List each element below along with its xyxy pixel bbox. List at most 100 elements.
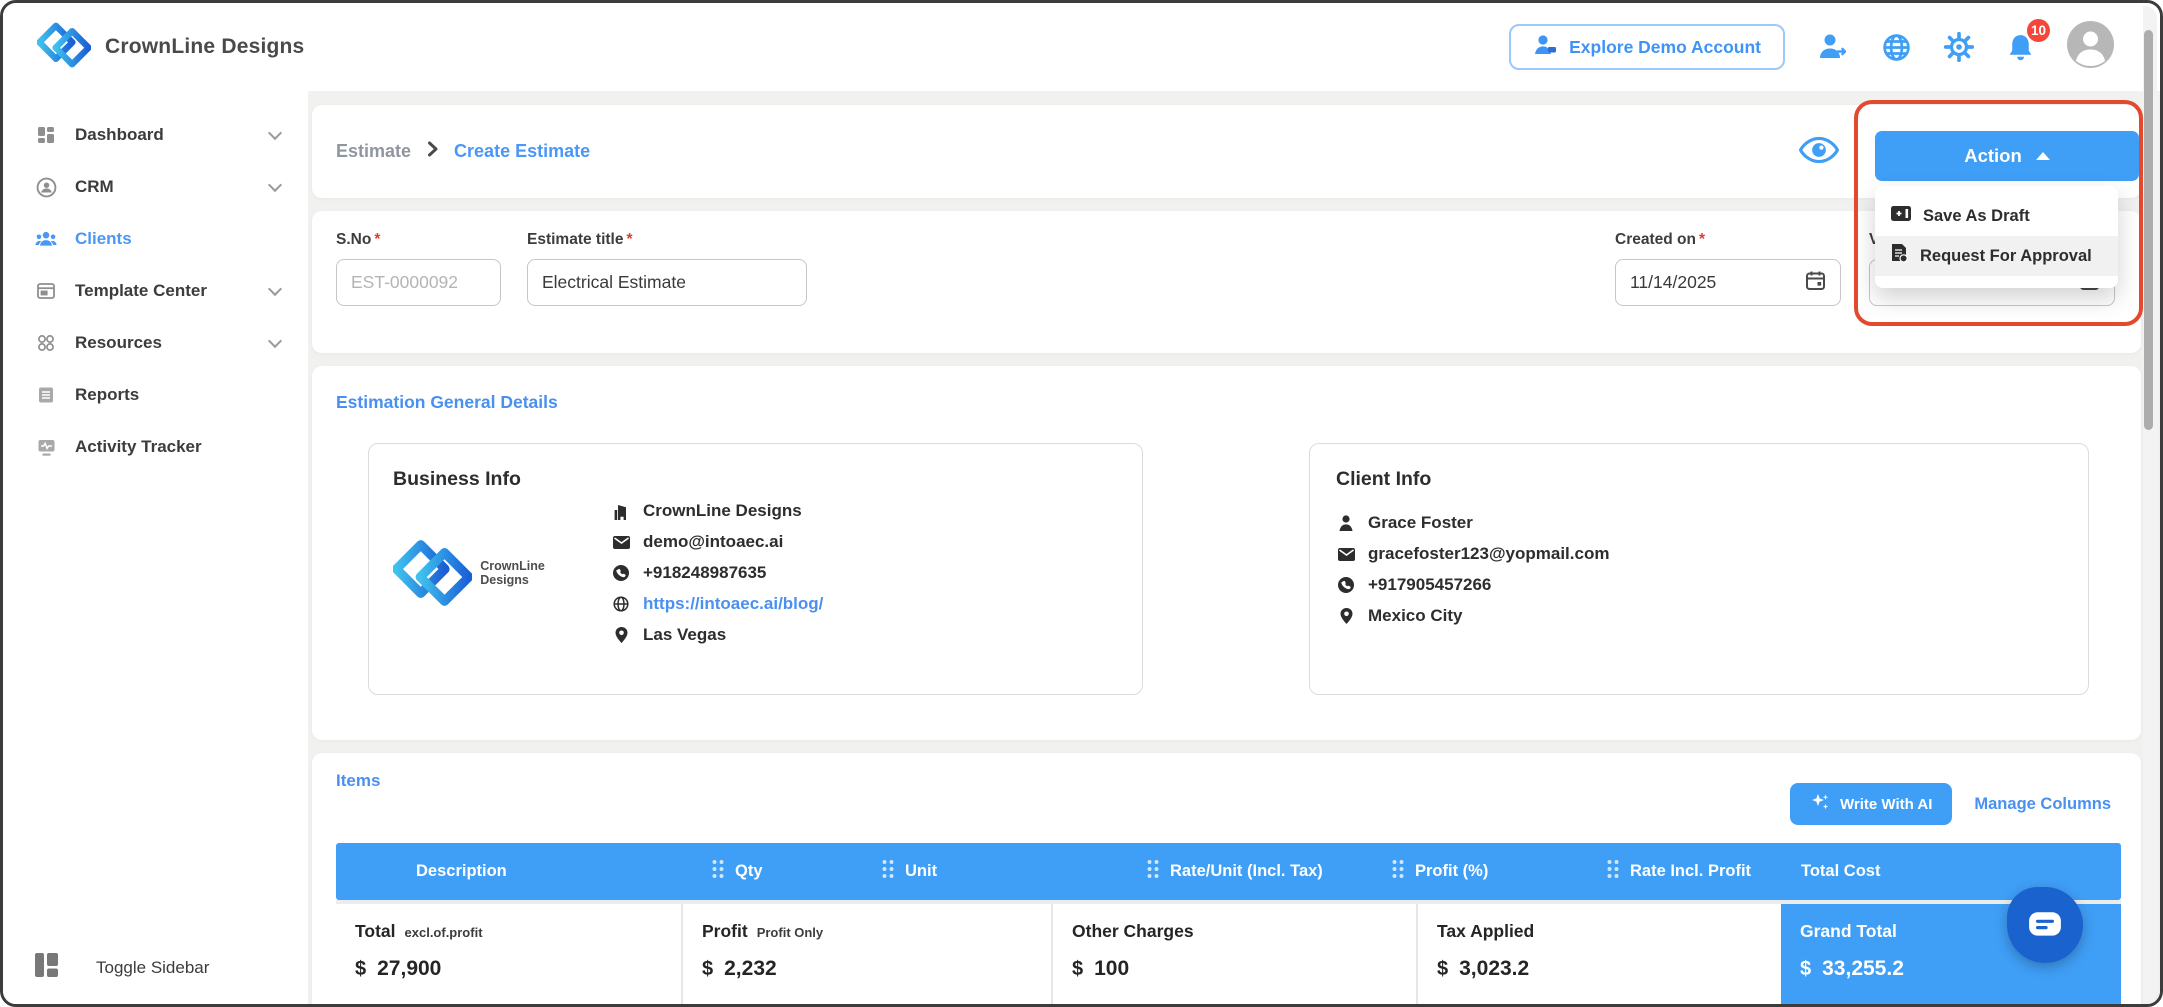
breadcrumb-bar: Estimate Create Estimate bbox=[312, 105, 2141, 198]
action-button[interactable]: Action bbox=[1875, 131, 2139, 181]
globe-icon[interactable] bbox=[1881, 32, 1912, 63]
dashboard-icon bbox=[33, 125, 59, 145]
estimate-form: S.No* Estimate title* Created on* 11/14/… bbox=[312, 211, 2141, 353]
business-info-title: Business Info bbox=[393, 468, 521, 490]
demo-user-icon bbox=[1533, 34, 1557, 61]
activity-tracker-icon bbox=[33, 437, 59, 457]
drag-handle-icon[interactable] bbox=[711, 859, 725, 884]
sidebar-item-reports[interactable]: Reports bbox=[3, 369, 308, 421]
business-name-line: CrownLine Designs bbox=[611, 501, 823, 521]
chat-widget-button[interactable] bbox=[2007, 887, 2083, 963]
estimation-general-details-section: Estimation General Details Business Info bbox=[312, 366, 2141, 740]
tax-applied-cell: Tax Applied $3,023.2 bbox=[1416, 904, 1781, 1004]
menu-item-save-as-draft[interactable]: Save As Draft bbox=[1875, 196, 2118, 236]
sidebar-item-resources[interactable]: Resources bbox=[3, 317, 308, 369]
items-section: Items Write With AI Manage Columns Descr… bbox=[312, 753, 2141, 1004]
drag-handle-icon[interactable] bbox=[1391, 859, 1405, 884]
estimate-title-label: Estimate title bbox=[527, 231, 624, 248]
drag-handle-icon[interactable] bbox=[1146, 859, 1160, 884]
app-window: CrownLine Designs Explore Demo Account 1… bbox=[0, 0, 2163, 1007]
sidebar-item-dashboard[interactable]: Dashboard bbox=[3, 109, 308, 161]
brand-name: CrownLine Designs bbox=[105, 35, 305, 58]
toggle-sidebar-label: Toggle Sidebar bbox=[96, 957, 210, 977]
chevron-down-icon bbox=[267, 333, 283, 348]
business-location-line: Las Vegas bbox=[611, 625, 823, 645]
profit-cell: Profit Profit Only $2,232 bbox=[681, 904, 1051, 1004]
calendar-icon[interactable] bbox=[1805, 270, 1826, 296]
column-header-total-cost[interactable]: Total Cost bbox=[1801, 862, 2121, 881]
required-marker: * bbox=[626, 231, 633, 248]
scrollbar-track[interactable] bbox=[2143, 6, 2157, 1001]
breadcrumb-chevron-icon bbox=[427, 141, 438, 162]
client-phone-line: +917905457266 bbox=[1336, 575, 2062, 595]
chevron-down-icon bbox=[267, 177, 283, 192]
created-on-input[interactable]: 11/14/2025 bbox=[1615, 259, 1841, 306]
column-header-description[interactable]: Description bbox=[336, 862, 711, 881]
add-user-icon[interactable] bbox=[1817, 32, 1849, 62]
notifications-bell-icon[interactable]: 10 bbox=[2006, 16, 2052, 63]
manage-columns-link[interactable]: Manage Columns bbox=[1974, 795, 2111, 814]
resources-icon bbox=[33, 333, 59, 353]
business-website-line[interactable]: https://intoaec.ai/blog/ bbox=[611, 594, 823, 614]
sidebar-item-crm[interactable]: CRM bbox=[3, 161, 308, 213]
reports-icon bbox=[33, 385, 59, 405]
sno-input[interactable] bbox=[336, 259, 501, 306]
caret-up-icon bbox=[2035, 152, 2050, 160]
column-header-rate-unit[interactable]: Rate/Unit (Incl. Tax) bbox=[1146, 859, 1391, 884]
client-info-title: Client Info bbox=[1336, 468, 1432, 490]
approval-document-icon bbox=[1891, 244, 1908, 268]
crm-icon bbox=[33, 177, 59, 198]
user-avatar[interactable] bbox=[2067, 21, 2114, 73]
client-info-card: Client Info Grace Foster gracefoster123@… bbox=[1309, 443, 2089, 695]
required-marker: * bbox=[1698, 231, 1706, 248]
client-email-line: gracefoster123@yopmail.com bbox=[1336, 544, 2062, 564]
logo-icon bbox=[36, 18, 92, 77]
toggle-sidebar-button[interactable]: Toggle Sidebar bbox=[3, 953, 308, 1004]
column-header-rate-incl-profit[interactable]: Rate Incl. Profit bbox=[1606, 859, 1801, 884]
column-header-unit[interactable]: Unit bbox=[881, 859, 1146, 884]
header-actions: Explore Demo Account 10 bbox=[1509, 16, 2114, 73]
settings-gear-icon[interactable] bbox=[1944, 32, 1974, 62]
write-with-ai-button[interactable]: Write With AI bbox=[1790, 783, 1953, 825]
items-heading: Items bbox=[336, 771, 381, 790]
breadcrumb-create-estimate: Create Estimate bbox=[454, 141, 591, 161]
sparkle-icon bbox=[1810, 792, 1830, 816]
business-phone-line: +918248987635 bbox=[611, 563, 823, 583]
estimate-title-field-group: Estimate title * bbox=[527, 231, 807, 353]
estimate-title-input[interactable] bbox=[527, 259, 807, 306]
items-table-header: Description Qty Unit Rate/Unit (Incl. Ta… bbox=[336, 843, 2121, 900]
explore-demo-button[interactable]: Explore Demo Account bbox=[1509, 24, 1785, 70]
clients-icon bbox=[33, 229, 59, 249]
template-center-icon bbox=[33, 281, 59, 301]
menu-item-request-for-approval[interactable]: Request For Approval bbox=[1875, 236, 2118, 276]
sidebar-item-clients[interactable]: Clients bbox=[3, 213, 308, 265]
top-header: CrownLine Designs Explore Demo Account 1… bbox=[3, 3, 2160, 91]
business-info-card: Business Info CrownLine Designs CrownLin… bbox=[368, 443, 1143, 695]
required-marker: * bbox=[374, 231, 381, 248]
breadcrumb-estimate[interactable]: Estimate bbox=[336, 141, 411, 162]
other-charges-cell: Other Charges $100 bbox=[1051, 904, 1416, 1004]
business-email-line: demo@intoaec.ai bbox=[611, 532, 823, 552]
column-header-profit[interactable]: Profit (%) bbox=[1391, 859, 1606, 884]
brand-logo[interactable]: CrownLine Designs bbox=[36, 18, 305, 77]
person-icon bbox=[1336, 515, 1356, 531]
client-location-line: Mexico City bbox=[1336, 606, 2062, 626]
phone-icon bbox=[611, 565, 631, 581]
drag-handle-icon[interactable] bbox=[1606, 859, 1620, 884]
action-dropdown-menu: Save As Draft Request For Approval bbox=[1875, 186, 2118, 288]
created-on-label: Created on bbox=[1615, 231, 1696, 248]
column-header-qty[interactable]: Qty bbox=[711, 859, 881, 884]
mail-icon bbox=[611, 535, 631, 549]
sidebar-item-template-center[interactable]: Template Center bbox=[3, 265, 308, 317]
drag-handle-icon[interactable] bbox=[881, 859, 895, 884]
sidebar: Dashboard CRM Clients Template Center Re… bbox=[3, 91, 308, 1004]
phone-icon bbox=[1336, 577, 1356, 593]
location-pin-icon bbox=[611, 627, 631, 643]
created-on-field-group: Created on * 11/14/2025 bbox=[1615, 231, 1841, 353]
building-icon bbox=[611, 503, 631, 520]
chevron-down-icon bbox=[267, 281, 283, 296]
scrollbar-thumb[interactable] bbox=[2144, 30, 2153, 430]
business-logo-caption: CrownLine Designs bbox=[480, 559, 545, 587]
preview-eye-icon[interactable] bbox=[1798, 136, 1840, 167]
sidebar-item-activity-tracker[interactable]: Activity Tracker bbox=[3, 421, 308, 473]
